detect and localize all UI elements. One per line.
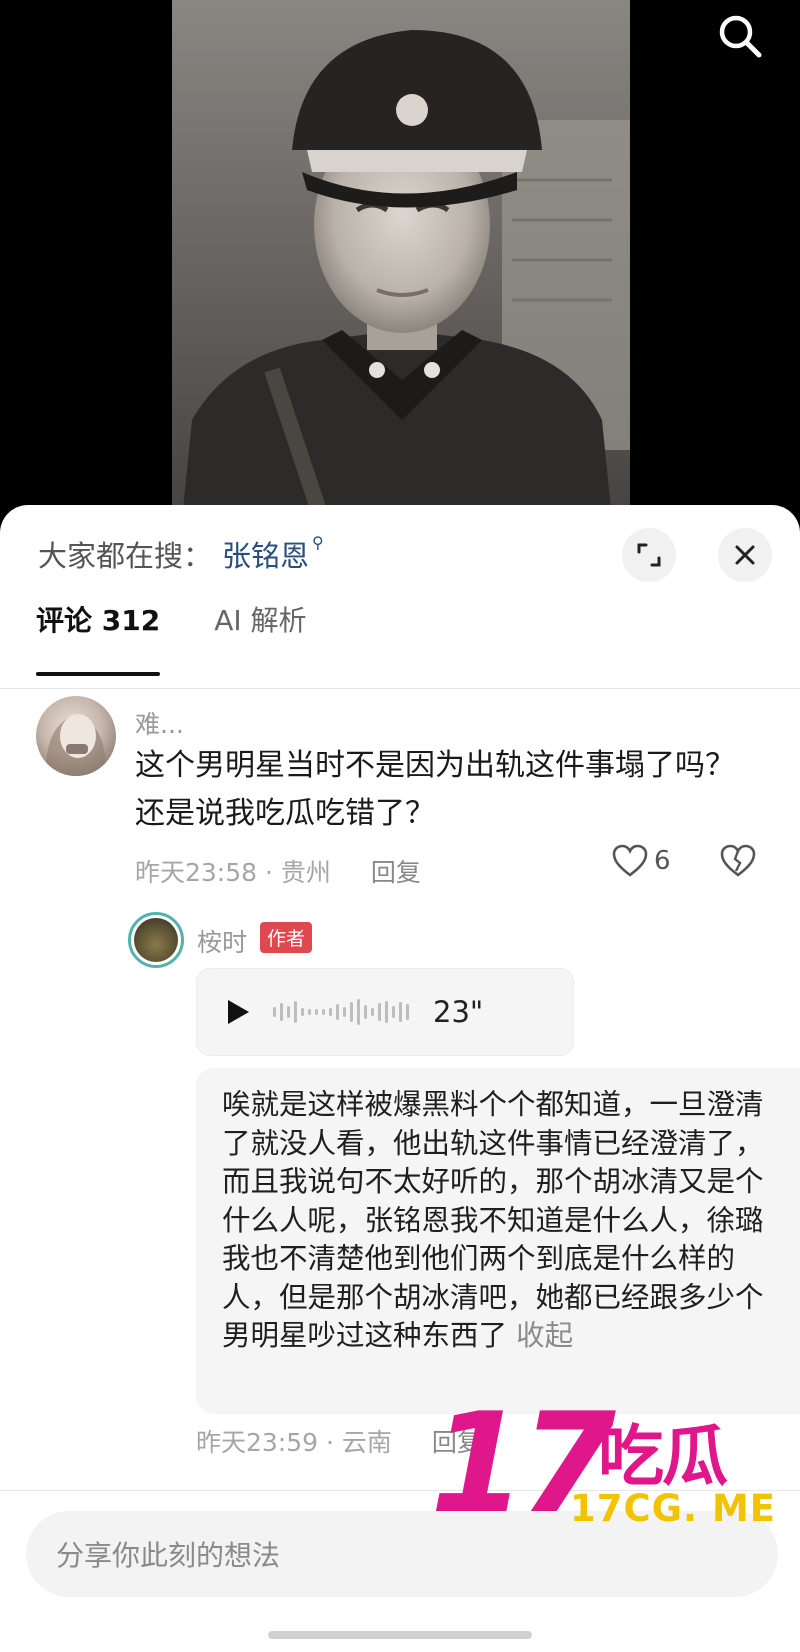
reply-time-location: 昨天23:59 · 云南 [196, 1428, 392, 1457]
comment-time-location: 昨天23:58 · 贵州 [135, 858, 331, 887]
voice-message[interactable]: 23" [196, 968, 574, 1056]
like-button[interactable]: 6 [612, 844, 671, 878]
voice-transcript: 唉就是这样被爆黑料个个都知道，一旦澄清了就没人看，他出轨这件事情已经澄清了，而且… [196, 1068, 800, 1414]
reply-username[interactable]: 桉时 [197, 923, 247, 959]
tab-ai-analysis[interactable]: AI 解析 [214, 595, 306, 655]
like-count: 6 [654, 846, 671, 876]
close-button[interactable] [718, 528, 772, 582]
collapse-button[interactable]: 收起 [516, 1319, 573, 1352]
photo-area [0, 0, 800, 520]
voice-duration: 23" [433, 995, 484, 1029]
heart-icon [612, 844, 648, 877]
avatar[interactable] [36, 696, 116, 776]
home-indicator [268, 1631, 532, 1639]
watermark-url: 17CG. ME [570, 1487, 777, 1530]
comment-meta: 昨天23:58 · 贵州 回复 [135, 853, 421, 889]
portrait-photo[interactable] [172, 0, 630, 520]
trending-search-hint: 大家都在搜： 张铭恩 ⚲ [38, 533, 324, 575]
trending-search-term[interactable]: 张铭恩 [222, 539, 309, 573]
expand-icon [637, 543, 661, 567]
watermark-logo: 17 吃瓜 17CG. ME [430, 1395, 800, 1545]
author-badge: 作者 [260, 922, 313, 953]
comment-tabs: 评论 312 AI 解析 [36, 595, 361, 676]
transcript-text: 唉就是这样被爆黑料个个都知道，一旦澄清了就没人看，他出轨这件事情已经澄清了，而且… [222, 1088, 764, 1352]
mini-search-icon: ⚲ [312, 533, 324, 552]
expand-button[interactable] [622, 528, 676, 582]
dislike-button[interactable] [720, 844, 756, 882]
tabs-divider [0, 688, 800, 689]
search-icon[interactable] [714, 10, 766, 62]
play-icon [228, 1000, 249, 1024]
tab-comments[interactable]: 评论 312 [36, 595, 161, 676]
comment-input-placeholder: 分享你此刻的想法 [56, 1539, 281, 1572]
reply-avatar[interactable] [128, 912, 184, 968]
broken-heart-icon [720, 844, 756, 877]
trending-search-label: 大家都在搜： [38, 539, 213, 573]
voice-waveform [273, 997, 409, 1027]
watermark-chinese: 吃瓜 [598, 1418, 728, 1495]
comment-username[interactable]: 难... [135, 705, 184, 741]
reply-button[interactable]: 回复 [371, 853, 421, 889]
comment-text: 这个男明星当时不是因为出轨这件事塌了吗？还是说我吃瓜吃错了？ [135, 748, 735, 831]
close-icon [735, 545, 755, 565]
